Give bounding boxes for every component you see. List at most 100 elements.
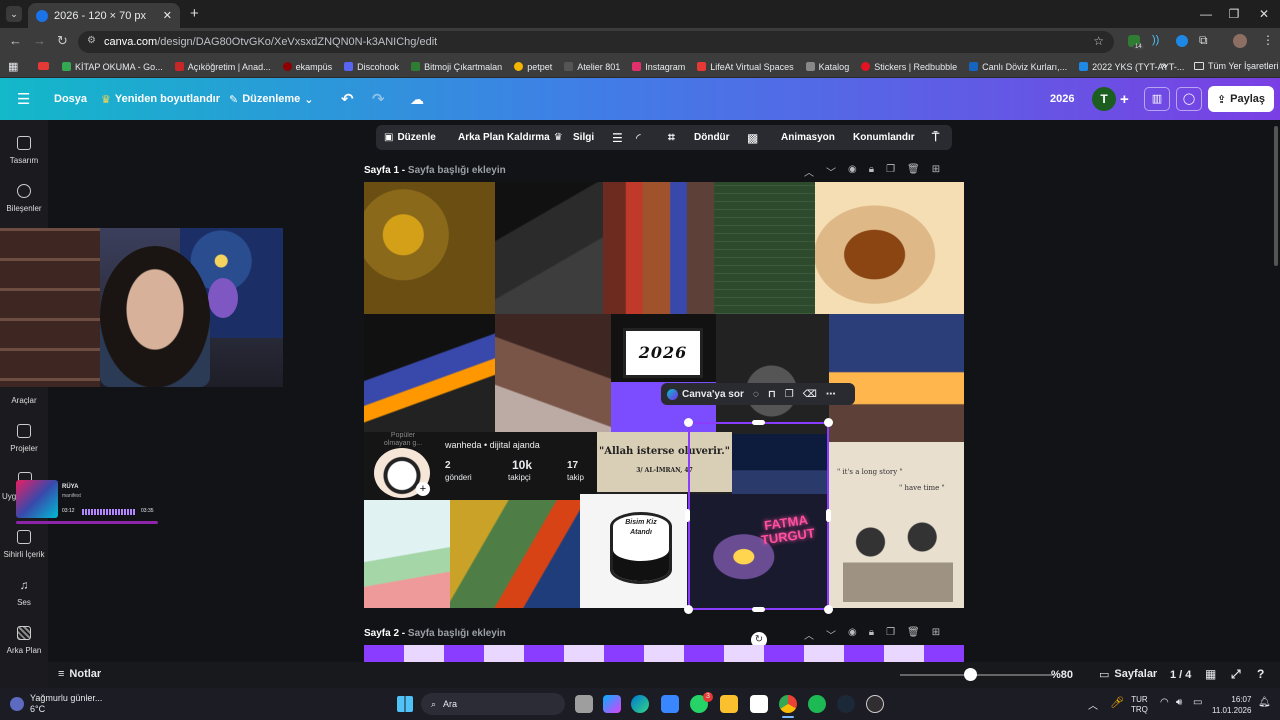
task-view-icon[interactable] bbox=[575, 695, 593, 713]
corner-handle-bl[interactable] bbox=[684, 605, 693, 614]
edit-image-button[interactable]: ▣ Düzenle bbox=[384, 125, 436, 150]
profile-avatar-icon[interactable] bbox=[1233, 34, 1247, 48]
comment-add-icon[interactable]: ◌ bbox=[753, 389, 759, 400]
notes-button[interactable]: ≡ Notlar bbox=[58, 668, 101, 680]
notifications-icon[interactable]: 🔔︎ bbox=[1258, 697, 1271, 708]
file-menu-button[interactable]: Dosya bbox=[54, 78, 87, 120]
gold-money-photo[interactable] bbox=[450, 500, 580, 608]
cake-photo[interactable]: Bisim Kiz Atandı bbox=[580, 494, 687, 608]
bookmark-item[interactable]: Stickers | Redbubble bbox=[861, 62, 957, 72]
bookmark-item[interactable]: Atelier 801 bbox=[564, 62, 620, 72]
hide-page-icon[interactable]: ◉ bbox=[848, 627, 857, 642]
weather-widget[interactable]: Yağmurlu günler... 6°C bbox=[10, 693, 102, 715]
crop-icon[interactable]: ⌗ bbox=[668, 125, 675, 150]
obs-icon[interactable] bbox=[866, 695, 884, 713]
transparency-icon[interactable]: ▩ bbox=[747, 125, 758, 150]
canvas-scrollbar[interactable] bbox=[1274, 126, 1278, 266]
wifi-icon[interactable]: ◠ bbox=[1160, 697, 1169, 708]
browser-tab-active[interactable]: 2026 - 120 × 70 px ✕ bbox=[28, 3, 180, 28]
notebook-photo[interactable] bbox=[364, 500, 450, 608]
year-badge-envelope[interactable]: 2026 bbox=[611, 314, 716, 434]
corner-rounding-icon[interactable]: ◜ bbox=[636, 125, 641, 150]
add-story-icon[interactable]: + bbox=[416, 482, 430, 496]
edit-mode-dropdown[interactable]: ✎ Düzenleme ⌄ bbox=[229, 78, 314, 120]
hide-page-icon[interactable]: ◉ bbox=[848, 164, 857, 179]
chrome-icon[interactable] bbox=[779, 695, 797, 713]
cloud-saved-icon[interactable]: ☁ bbox=[410, 78, 424, 120]
bookmark-item[interactable]: 2022 YKS (TYT-AYT-... bbox=[1079, 62, 1184, 72]
bookmark-item[interactable]: Katalog bbox=[805, 62, 849, 72]
steam-icon[interactable] bbox=[837, 695, 855, 713]
rail-item-elements[interactable]: Bileşenler bbox=[0, 184, 48, 213]
extensions-puzzle-icon[interactable]: ⧉ bbox=[1199, 33, 1208, 48]
microphone-icon[interactable]: 🎤︎ bbox=[1110, 696, 1124, 709]
resize-handle-right[interactable] bbox=[826, 509, 831, 522]
more-options-icon[interactable]: ⋯ bbox=[826, 389, 836, 400]
page-1-header[interactable]: Sayfa 1 - Sayfa başlığı ekleyin bbox=[364, 165, 506, 176]
ask-canva-button[interactable]: Canva'ya sor bbox=[667, 388, 744, 400]
grid-view-icon[interactable]: ▦ bbox=[1205, 667, 1216, 681]
tickets-photo[interactable] bbox=[495, 314, 611, 432]
page-2-header[interactable]: Sayfa 2 - Sayfa başlığı ekleyin bbox=[364, 628, 506, 639]
move-down-icon[interactable]: ﹀ bbox=[826, 164, 836, 179]
taskbar-search[interactable]: ⌕ Ara bbox=[421, 693, 565, 715]
comments-button[interactable]: ◯ bbox=[1176, 87, 1202, 111]
delete-icon[interactable]: ⌫ bbox=[803, 389, 817, 400]
selection-frame[interactable] bbox=[688, 422, 829, 610]
house-night-photo[interactable] bbox=[829, 314, 964, 442]
resize-handle-bottom[interactable] bbox=[752, 607, 765, 612]
tennis-net-photo[interactable] bbox=[714, 182, 815, 314]
start-windows-icon[interactable] bbox=[397, 696, 413, 712]
bg-remover-button[interactable]: Arka Plan Kaldırma ♛ bbox=[458, 125, 563, 150]
resize-button[interactable]: ♛ Yeniden boyutlandır bbox=[101, 78, 220, 120]
store-icon[interactable] bbox=[661, 695, 679, 713]
lock-icon[interactable]: 🔒︎ bbox=[869, 627, 874, 642]
media-extension-icon[interactable]: )) bbox=[1152, 34, 1159, 46]
file-explorer-icon[interactable] bbox=[720, 695, 738, 713]
long-story-sketch[interactable]: " it's a long story " " have time " bbox=[829, 442, 964, 608]
duplicate-icon[interactable]: ❐ bbox=[785, 389, 794, 400]
bookmark-item[interactable]: KİTAP OKUMA - Go... bbox=[62, 62, 163, 72]
rail-item-audio[interactable]: ♫ Ses bbox=[0, 578, 48, 607]
volume-icon[interactable]: 🔊︎ bbox=[1176, 697, 1182, 708]
site-info-icon[interactable]: ⚙ bbox=[87, 35, 96, 46]
lock-icon[interactable]: ⊓ bbox=[768, 389, 776, 400]
move-up-icon[interactable]: ︿ bbox=[804, 164, 814, 179]
grover-books-photo[interactable] bbox=[603, 182, 714, 314]
page-title-placeholder[interactable]: Sayfa başlığı ekleyin bbox=[408, 165, 506, 176]
tab-close-icon[interactable]: ✕ bbox=[163, 9, 172, 22]
design-title[interactable]: 2026 bbox=[1050, 78, 1074, 120]
podcast-mic-photo[interactable] bbox=[364, 314, 495, 432]
battery-icon[interactable]: ▭ bbox=[1193, 697, 1202, 708]
clock[interactable]: 16:07 11.01.2026 bbox=[1212, 694, 1251, 716]
bookmark-item[interactable]: petpet bbox=[514, 62, 552, 72]
bookmarks-overflow-icon[interactable]: » bbox=[1161, 60, 1167, 72]
address-bar[interactable]: ⚙ canva.com/design/DAG80OtvGKo/XeVxsxdZN… bbox=[78, 31, 1114, 53]
back-icon[interactable]: ← bbox=[9, 33, 22, 48]
analytics-button[interactable]: ▥ bbox=[1144, 87, 1170, 111]
apps-grid-icon[interactable]: ▦ bbox=[8, 60, 18, 73]
animate-button[interactable]: Animasyon bbox=[781, 125, 835, 150]
delete-icon[interactable]: 🗑︎ bbox=[907, 164, 920, 179]
user-avatar[interactable]: T bbox=[1092, 87, 1116, 111]
waveform-progress[interactable] bbox=[82, 509, 136, 515]
move-up-icon[interactable]: ︿ bbox=[804, 627, 814, 642]
border-style-icon[interactable]: ☰ bbox=[612, 125, 623, 150]
move-down-icon[interactable]: ﹀ bbox=[826, 627, 836, 642]
bookmark-item[interactable]: Discohook bbox=[344, 62, 399, 72]
copilot-icon[interactable] bbox=[603, 695, 621, 713]
tablet-notes-photo[interactable] bbox=[495, 182, 603, 314]
duplicate-icon[interactable]: ❐ bbox=[886, 627, 895, 642]
forward-icon[interactable]: → bbox=[33, 33, 46, 48]
ukulele-photo[interactable] bbox=[815, 182, 964, 314]
bookmark-item[interactable]: LifeAt Virtual Spaces bbox=[697, 62, 794, 72]
resize-handle-top[interactable] bbox=[752, 420, 765, 425]
bookmark-item[interactable]: Canlı Döviz Kurları,... bbox=[969, 62, 1067, 72]
redo-icon[interactable]: ↷ bbox=[372, 78, 385, 120]
browser-menu-icon[interactable]: ⋮ bbox=[1262, 33, 1274, 47]
rail-item-magic[interactable]: Sihirli İçerik bbox=[0, 530, 48, 559]
capcut-icon[interactable] bbox=[750, 695, 768, 713]
new-tab-button[interactable]: + bbox=[190, 5, 199, 22]
window-close-icon[interactable]: ✕ bbox=[1252, 4, 1276, 24]
edge-browser-icon[interactable] bbox=[631, 695, 649, 713]
